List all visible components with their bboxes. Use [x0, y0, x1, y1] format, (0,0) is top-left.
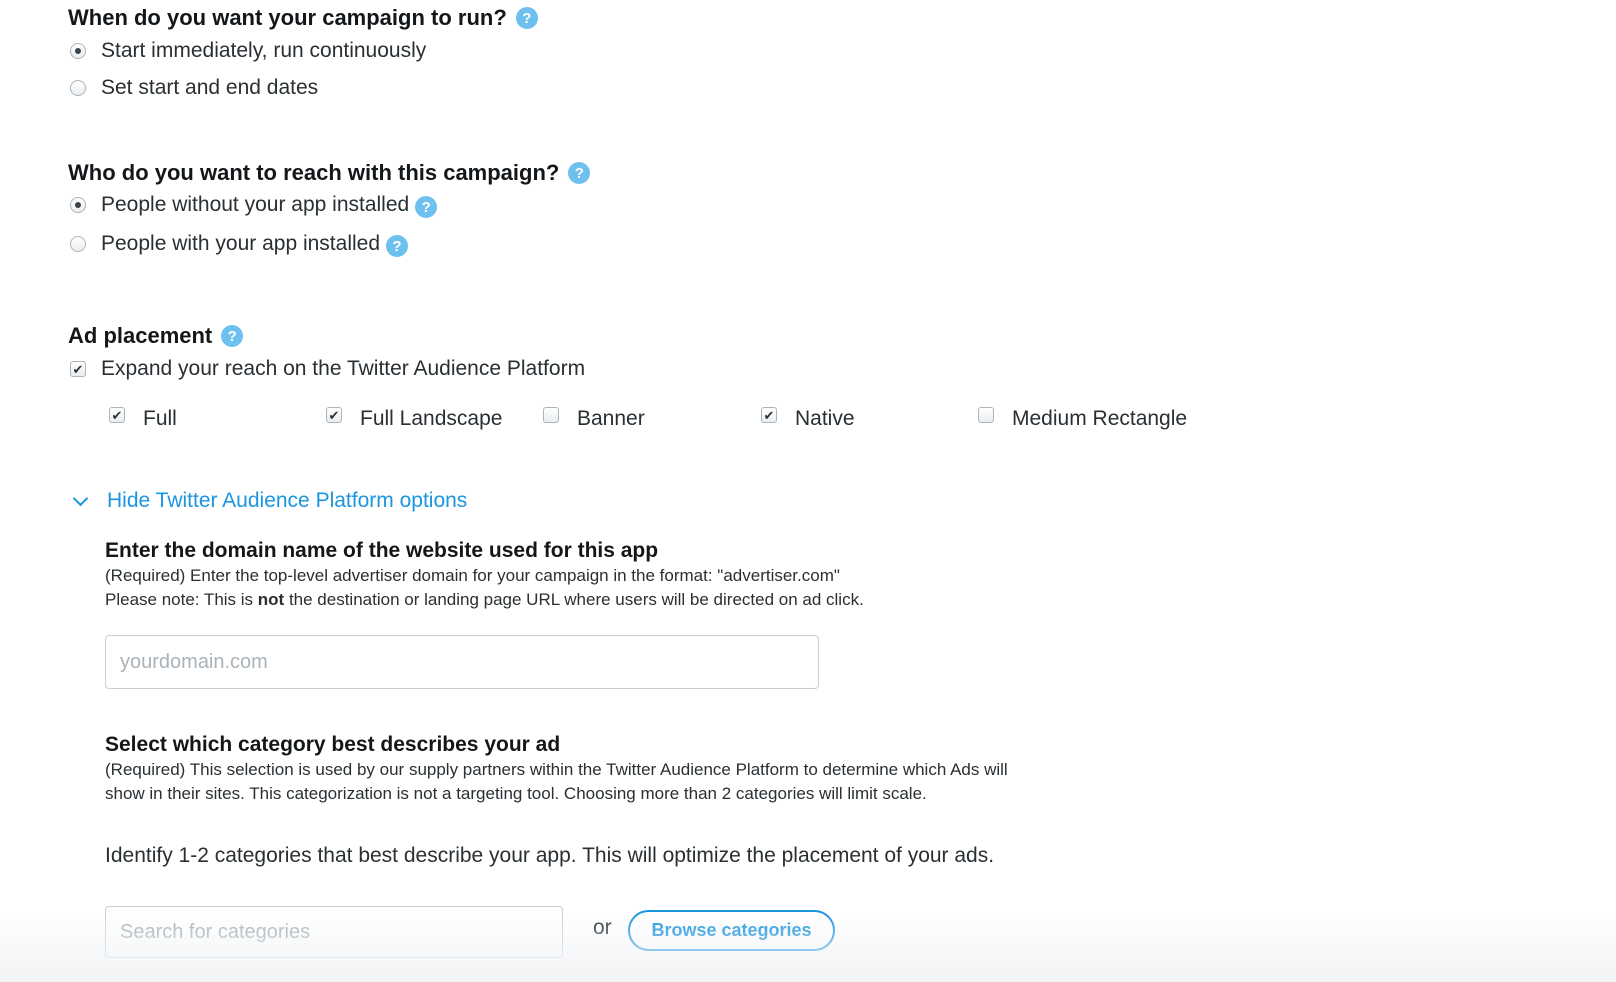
- format-label: Banner: [577, 407, 645, 430]
- checkbox-unchecked[interactable]: [978, 407, 994, 423]
- domain-input[interactable]: [105, 635, 819, 689]
- audience-question: Who do you want to reach with this campa…: [68, 160, 591, 186]
- format-native[interactable]: ✔ Native: [761, 407, 855, 431]
- ad-placement-label: Ad placement: [68, 323, 213, 348]
- domain-note-suffix: the destination or landing page URL wher…: [284, 590, 864, 609]
- toggle-label: Hide Twitter Audience Platform options: [107, 489, 468, 512]
- chevron-down-icon: [72, 490, 89, 506]
- domain-help-line1: (Required) Enter the top-level advertise…: [105, 566, 840, 585]
- question-circle-icon[interactable]: ?: [221, 325, 244, 347]
- schedule-option-continuous[interactable]: Start immediately, run continuously: [70, 39, 426, 63]
- audience-option-without-app[interactable]: People without your app installed ?: [70, 192, 438, 218]
- format-label: Native: [795, 407, 855, 430]
- radio-selected[interactable]: [70, 197, 86, 213]
- format-label: Full: [143, 407, 177, 430]
- audience-option-label: People without your app installed: [101, 193, 410, 216]
- category-description: (Required) This selection is used by our…: [105, 760, 1008, 803]
- category-title: Select which category best describes you…: [105, 733, 561, 756]
- expand-reach-label: Expand your reach on the Twitter Audienc…: [101, 357, 586, 380]
- category-search-input[interactable]: [105, 906, 563, 958]
- checkbox-checked[interactable]: ✔: [326, 407, 342, 423]
- browse-categories-button[interactable]: Browse categories: [628, 910, 835, 951]
- checkbox-unchecked[interactable]: [543, 407, 559, 423]
- domain-note-emphasis: not: [257, 590, 285, 609]
- schedule-option-dates[interactable]: Set start and end dates: [70, 76, 318, 100]
- schedule-question-label: When do you want your campaign to run?: [68, 5, 507, 30]
- format-full-landscape[interactable]: ✔ Full Landscape: [326, 407, 502, 431]
- ad-placement-title: Ad placement ?: [68, 323, 244, 349]
- question-circle-icon[interactable]: ?: [568, 162, 591, 184]
- radio-unselected[interactable]: [70, 236, 86, 252]
- format-label: Full Landscape: [360, 407, 503, 430]
- format-label: Medium Rectangle: [1012, 407, 1188, 430]
- format-banner[interactable]: Banner: [543, 407, 645, 431]
- question-circle-icon[interactable]: ?: [515, 7, 538, 29]
- audience-option-label: People with your app installed: [101, 232, 381, 255]
- hide-tap-options-toggle[interactable]: Hide Twitter Audience Platform options: [68, 489, 467, 513]
- schedule-question: When do you want your campaign to run? ?: [68, 5, 538, 31]
- radio-selected[interactable]: [70, 43, 86, 59]
- domain-title: Enter the domain name of the website use…: [105, 539, 659, 562]
- schedule-option-label: Set start and end dates: [101, 76, 319, 99]
- checkbox-checked[interactable]: ✔: [70, 361, 86, 377]
- question-circle-icon[interactable]: ?: [386, 235, 409, 257]
- checkbox-checked[interactable]: ✔: [109, 407, 125, 423]
- expand-reach-option[interactable]: ✔ Expand your reach on the Twitter Audie…: [70, 357, 585, 381]
- category-identify-text: Identify 1-2 categories that best descri…: [105, 844, 995, 867]
- or-label: or: [593, 916, 612, 939]
- checkbox-checked[interactable]: ✔: [761, 407, 777, 423]
- radio-unselected[interactable]: [70, 80, 86, 96]
- format-medium-rectangle[interactable]: Medium Rectangle: [978, 407, 1187, 431]
- format-full[interactable]: ✔ Full: [109, 407, 177, 431]
- domain-note-prefix: Please note: This is: [105, 590, 258, 609]
- question-circle-icon[interactable]: ?: [415, 196, 438, 218]
- audience-option-with-app[interactable]: People with your app installed ?: [70, 231, 409, 257]
- domain-help-line2: Please note: This is not the destination…: [105, 588, 1005, 612]
- audience-question-label: Who do you want to reach with this campa…: [68, 160, 560, 185]
- domain-help-text: (Required) Enter the top-level advertise…: [105, 564, 1005, 612]
- schedule-option-label: Start immediately, run continuously: [101, 39, 427, 62]
